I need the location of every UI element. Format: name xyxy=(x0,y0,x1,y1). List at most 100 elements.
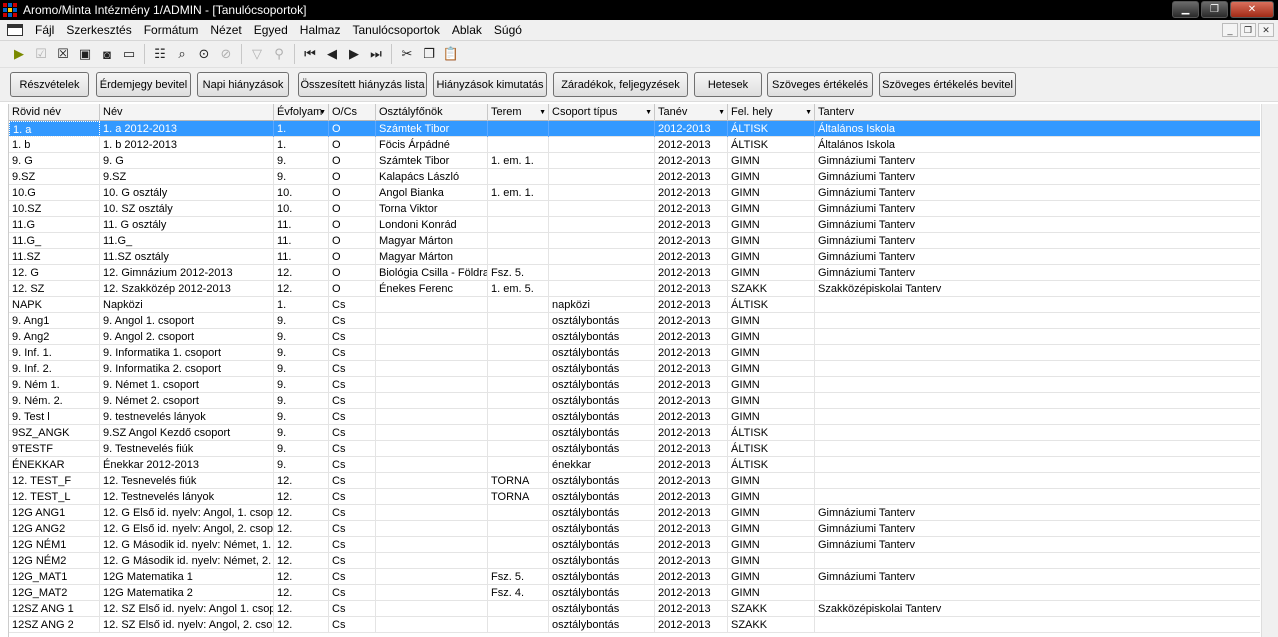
table-cell[interactable]: 12. xyxy=(274,537,329,553)
table-row[interactable]: 12. TEST_F 12. Tesnevelés fiúk 12. Cs TORNA o… xyxy=(9,473,1260,489)
table-cell[interactable]: 2012-2013 xyxy=(655,169,728,185)
table-cell[interactable]: 9. Német 2. csoport xyxy=(100,393,274,409)
table-cell[interactable]: Cs xyxy=(329,457,376,473)
table-cell[interactable] xyxy=(549,217,655,233)
table-cell[interactable] xyxy=(488,505,549,521)
table-cell[interactable] xyxy=(488,425,549,441)
table-cell[interactable] xyxy=(815,553,1260,569)
table-cell[interactable] xyxy=(815,457,1260,473)
table-row[interactable]: 11.G 11. G osztály 11. O Londoni Konrád 2012-… xyxy=(9,217,1260,233)
table-cell[interactable] xyxy=(549,185,655,201)
table-cell[interactable]: 2012-2013 xyxy=(655,233,728,249)
table-cell[interactable]: 9. xyxy=(274,345,329,361)
table-cell[interactable]: 1. xyxy=(274,137,329,153)
filter-clear-icon[interactable]: ⚲ xyxy=(268,43,290,65)
table-cell[interactable]: 12. Tesnevelés fiúk xyxy=(100,473,274,489)
table-cell[interactable]: 10. G osztály xyxy=(100,185,274,201)
document-window-icon[interactable] xyxy=(7,24,23,36)
table-cell[interactable]: GIMN xyxy=(728,313,815,329)
table-cell[interactable]: osztálybontás xyxy=(549,473,655,489)
table-cell[interactable] xyxy=(549,265,655,281)
table-cell[interactable] xyxy=(376,297,488,313)
table-cell[interactable] xyxy=(815,393,1260,409)
table-row[interactable]: 9. Ang1 9. Angol 1. csoport 9. Cs osztálybon… xyxy=(9,313,1260,329)
table-row[interactable]: 9. Ang2 9. Angol 2. csoport 9. Cs osztálybon… xyxy=(9,329,1260,345)
table-row[interactable]: 1. a 1. a 2012-2013 1. O Számtek Tibor 2012-2… xyxy=(9,121,1260,137)
table-cell[interactable]: Cs xyxy=(329,425,376,441)
table-cell[interactable]: 9.SZ xyxy=(100,169,274,185)
table-cell[interactable]: Cs xyxy=(329,313,376,329)
column-header-9[interactable]: Tanterv xyxy=(815,104,1260,121)
table-row[interactable]: 12SZ ANG 1 12. SZ Első id. nyelv: Angol 1… xyxy=(9,601,1260,617)
table-cell[interactable]: 12. G xyxy=(9,265,100,281)
table-row[interactable]: 12G_MAT1 12G Matematika 1 12. Cs Fsz. 5. oszt… xyxy=(9,569,1260,585)
table-cell[interactable]: 2012-2013 xyxy=(655,473,728,489)
table-cell[interactable] xyxy=(488,617,549,633)
table-cell[interactable] xyxy=(376,505,488,521)
table-row[interactable]: 12SZ ANG 2 12. SZ Első id. nyelv: Angol, … xyxy=(9,617,1260,633)
table-cell[interactable]: 9SZ_ANGK xyxy=(9,425,100,441)
table-cell[interactable] xyxy=(376,617,488,633)
table-cell[interactable]: 9. xyxy=(274,329,329,345)
table-cell[interactable]: O xyxy=(329,169,376,185)
menu-item-8[interactable]: Súgó xyxy=(488,20,528,41)
table-cell[interactable]: O xyxy=(329,281,376,297)
table-cell[interactable] xyxy=(488,233,549,249)
table-cell[interactable]: 2012-2013 xyxy=(655,569,728,585)
table-cell[interactable] xyxy=(376,361,488,377)
find-next-icon[interactable]: ⊘ xyxy=(215,43,237,65)
table-cell[interactable]: 9. xyxy=(274,313,329,329)
table-cell[interactable] xyxy=(815,313,1260,329)
column-header-7[interactable]: Tanév ▼ xyxy=(655,104,728,121)
column-header-5[interactable]: Terem ▼ xyxy=(488,104,549,121)
table-cell[interactable]: 1. xyxy=(274,121,329,137)
table-cell[interactable]: Londoni Konrád xyxy=(376,217,488,233)
table-cell[interactable]: NAPK xyxy=(9,297,100,313)
table-cell[interactable]: 9. Informatika 2. csoport xyxy=(100,361,274,377)
table-cell[interactable]: 9. Informatika 1. csoport xyxy=(100,345,274,361)
table-cell[interactable]: O xyxy=(329,249,376,265)
table-cell[interactable] xyxy=(815,585,1260,601)
table-cell[interactable]: Cs xyxy=(329,553,376,569)
previous-record-icon[interactable]: ◀ xyxy=(321,43,343,65)
save-icon[interactable]: ▣ xyxy=(74,43,96,65)
table-cell[interactable]: 9.SZ Angol Kezdő csoport xyxy=(100,425,274,441)
table-cell[interactable]: Szakközépiskolai Tanterv xyxy=(815,281,1260,297)
table-cell[interactable]: 11.G_ xyxy=(9,233,100,249)
new-document-icon[interactable]: ▭ xyxy=(118,43,140,65)
column-header-3[interactable]: O/Cs xyxy=(329,104,376,121)
table-row[interactable]: 12. TEST_L 12. Testnevelés lányok 12. Cs TOR… xyxy=(9,489,1260,505)
table-cell[interactable]: 12. TEST_L xyxy=(9,489,100,505)
table-cell[interactable]: 12. Gimnázium 2012-2013 xyxy=(100,265,274,281)
table-cell[interactable]: 12G NÉM2 xyxy=(9,553,100,569)
table-cell[interactable] xyxy=(549,249,655,265)
table-cell[interactable]: 12G NÉM1 xyxy=(9,537,100,553)
table-row[interactable]: 10.G 10. G osztály 10. O Angol Bianka 1. em. … xyxy=(9,185,1260,201)
table-cell[interactable]: 12. xyxy=(274,473,329,489)
table-cell[interactable]: 9. G xyxy=(9,153,100,169)
table-cell[interactable]: 11. xyxy=(274,217,329,233)
table-cell[interactable]: 12. G Második id. nyelv: Német, 1. csopo… xyxy=(100,537,274,553)
table-cell[interactable]: Gimnáziumi Tanterv xyxy=(815,265,1260,281)
table-cell[interactable]: 9. xyxy=(274,457,329,473)
table-cell[interactable]: osztálybontás xyxy=(549,361,655,377)
table-cell[interactable]: GIMN xyxy=(728,409,815,425)
table-row[interactable]: ÉNEKKAR Énekkar 2012-2013 9. Cs énekkar 2012-… xyxy=(9,457,1260,473)
action-button-2[interactable]: Napi hiányzások xyxy=(197,72,289,97)
form-icon[interactable]: ☷ xyxy=(149,43,171,65)
menu-item-3[interactable]: Nézet xyxy=(204,20,247,41)
table-cell[interactable] xyxy=(488,313,549,329)
table-row[interactable]: 12G_MAT2 12G Matematika 2 12. Cs Fsz. 4. oszt… xyxy=(9,585,1260,601)
table-cell[interactable]: Cs xyxy=(329,569,376,585)
table-cell[interactable]: GIMN xyxy=(728,473,815,489)
table-cell[interactable]: 2012-2013 xyxy=(655,313,728,329)
table-cell[interactable]: Gimnáziumi Tanterv xyxy=(815,153,1260,169)
table-cell[interactable]: 12. xyxy=(274,489,329,505)
table-cell[interactable]: 2012-2013 xyxy=(655,137,728,153)
table-cell[interactable]: 12G_MAT1 xyxy=(9,569,100,585)
action-button-5[interactable]: Záradékok, feljegyzések xyxy=(553,72,688,97)
table-cell[interactable]: 2012-2013 xyxy=(655,617,728,633)
child-minimize-icon[interactable]: _ xyxy=(1222,23,1238,37)
table-cell[interactable]: 10. SZ osztály xyxy=(100,201,274,217)
table-cell[interactable]: 2012-2013 xyxy=(655,489,728,505)
